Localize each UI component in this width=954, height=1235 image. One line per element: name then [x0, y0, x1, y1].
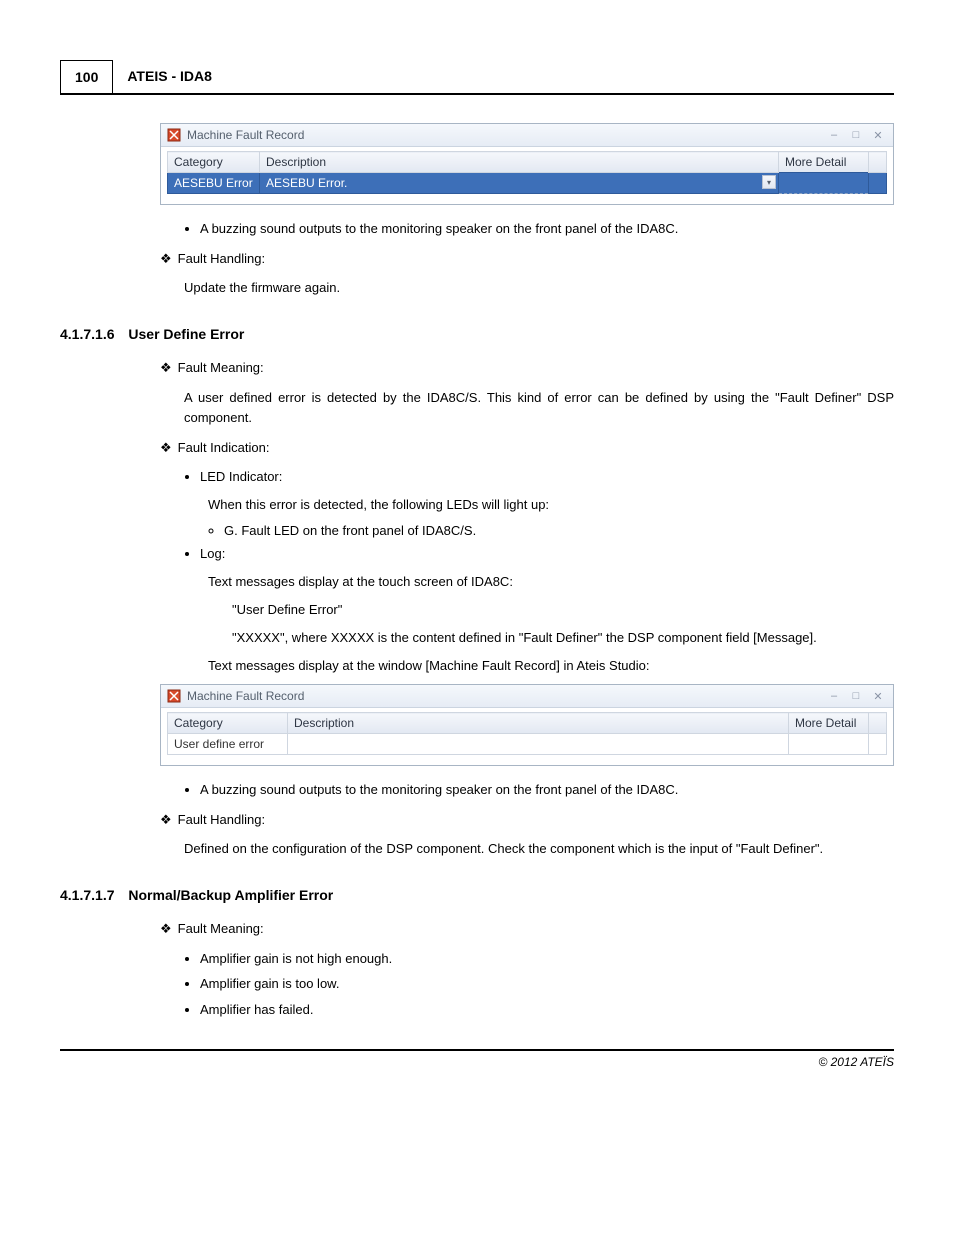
col-spacer [869, 152, 887, 173]
diamond-icon: ❖ [160, 810, 172, 830]
body-text: "XXXXX", where XXXXX is the content defi… [232, 628, 894, 648]
col-more-detail[interactable]: More Detail [789, 713, 869, 734]
cell-spacer [869, 173, 887, 194]
col-category[interactable]: Category [168, 152, 260, 173]
col-spacer [869, 713, 887, 734]
machine-fault-record-window: Machine Fault Record – □ ✕ Category Desc… [160, 684, 894, 766]
bullet-text: Amplifier gain is too low. [200, 974, 894, 994]
col-category[interactable]: Category [168, 713, 288, 734]
page-number: 100 [60, 60, 113, 93]
body-text: When this error is detected, the followi… [208, 495, 894, 515]
cell-spacer [869, 734, 887, 755]
diamond-icon: ❖ [160, 438, 172, 458]
minimize-icon[interactable]: – [825, 128, 843, 142]
diamond-icon: ❖ [160, 919, 172, 939]
close-icon[interactable]: ✕ [869, 689, 887, 703]
page-header: 100 ATEIS - IDA8 [60, 60, 894, 95]
diamond-icon: ❖ [160, 249, 172, 269]
cell-more-detail[interactable] [789, 734, 869, 755]
body-text: Text messages display at the touch scree… [208, 572, 894, 592]
diamond-icon: ❖ [160, 358, 172, 378]
col-description[interactable]: Description [260, 152, 779, 173]
bullet-text: A buzzing sound outputs to the monitorin… [200, 780, 894, 800]
app-icon [167, 128, 181, 142]
window-titlebar: Machine Fault Record – □ ✕ [161, 124, 893, 147]
fault-table: Category Description More Detail User de… [167, 712, 887, 755]
maximize-icon[interactable]: □ [847, 689, 865, 703]
bullet-text: Log: [200, 544, 894, 564]
cell-description [288, 734, 789, 755]
window-title: Machine Fault Record [187, 689, 304, 703]
app-icon [167, 689, 181, 703]
table-row[interactable]: AESEBU Error AESEBU Error. ▾ [168, 173, 887, 194]
body-text: Defined on the configuration of the DSP … [184, 839, 894, 859]
section-heading: 4.1.7.1.6 User Define Error [60, 326, 894, 342]
cell-category: User define error [168, 734, 288, 755]
body-text: "User Define Error" [232, 600, 894, 620]
maximize-icon[interactable]: □ [847, 128, 865, 142]
col-more-detail[interactable]: More Detail [779, 152, 869, 173]
chevron-down-icon[interactable]: ▾ [762, 175, 776, 189]
bullet-text: Amplifier has failed. [200, 1000, 894, 1020]
bullet-text: G. Fault LED on the front panel of IDA8C… [224, 523, 894, 538]
fault-meaning-heading: ❖ Fault Meaning: [160, 358, 894, 378]
fault-handling-heading: ❖ Fault Handling: [160, 249, 894, 269]
table-row[interactable]: User define error [168, 734, 887, 755]
window-titlebar: Machine Fault Record – □ ✕ [161, 685, 893, 708]
machine-fault-record-window: Machine Fault Record – □ ✕ Category Desc… [160, 123, 894, 205]
footer: © 2012 ATEÏS [60, 1049, 894, 1069]
cell-category: AESEBU Error [168, 173, 260, 194]
bullet-text: A buzzing sound outputs to the monitorin… [200, 219, 894, 239]
minimize-icon[interactable]: – [825, 689, 843, 703]
cell-description: AESEBU Error. ▾ [260, 173, 779, 194]
bullet-text: Amplifier gain is not high enough. [200, 949, 894, 969]
body-text: Update the firmware again. [184, 278, 894, 298]
bullet-text: LED Indicator: [200, 467, 894, 487]
fault-meaning-heading: ❖ Fault Meaning: [160, 919, 894, 939]
cell-more-detail[interactable] [779, 173, 869, 194]
fault-indication-heading: ❖ Fault Indication: [160, 438, 894, 458]
body-text: A user defined error is detected by the … [184, 388, 894, 428]
fault-handling-heading: ❖ Fault Handling: [160, 810, 894, 830]
close-icon[interactable]: ✕ [869, 128, 887, 142]
copyright: © 2012 ATEÏS [818, 1055, 894, 1069]
body-text: Text messages display at the window [Mac… [208, 656, 894, 676]
window-title: Machine Fault Record [187, 128, 304, 142]
col-description[interactable]: Description [288, 713, 789, 734]
section-heading: 4.1.7.1.7 Normal/Backup Amplifier Error [60, 887, 894, 903]
document-title: ATEIS - IDA8 [113, 60, 226, 93]
fault-table: Category Description More Detail AESEBU … [167, 151, 887, 194]
